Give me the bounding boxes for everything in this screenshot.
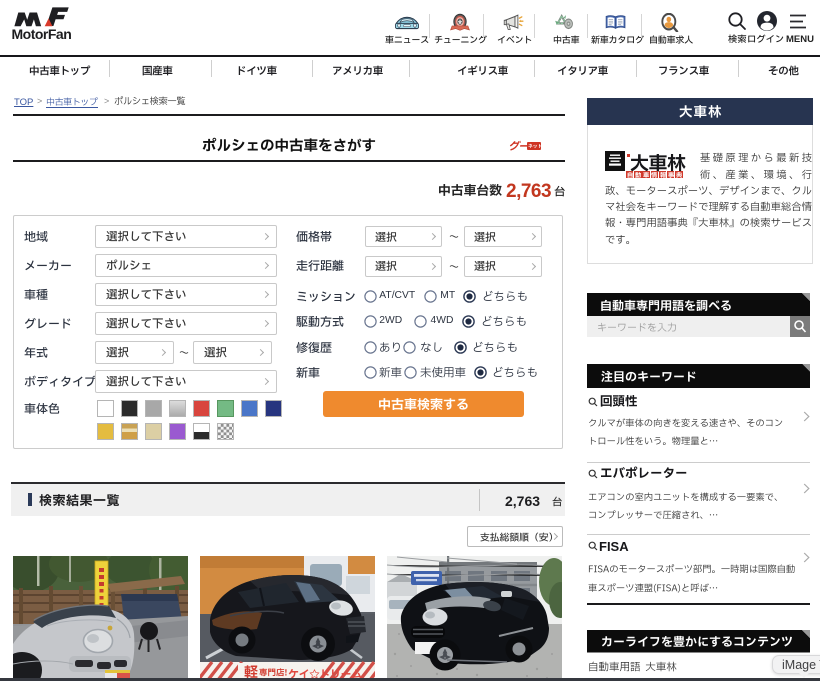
svg-text:MotorFan: MotorFan	[12, 26, 72, 42]
